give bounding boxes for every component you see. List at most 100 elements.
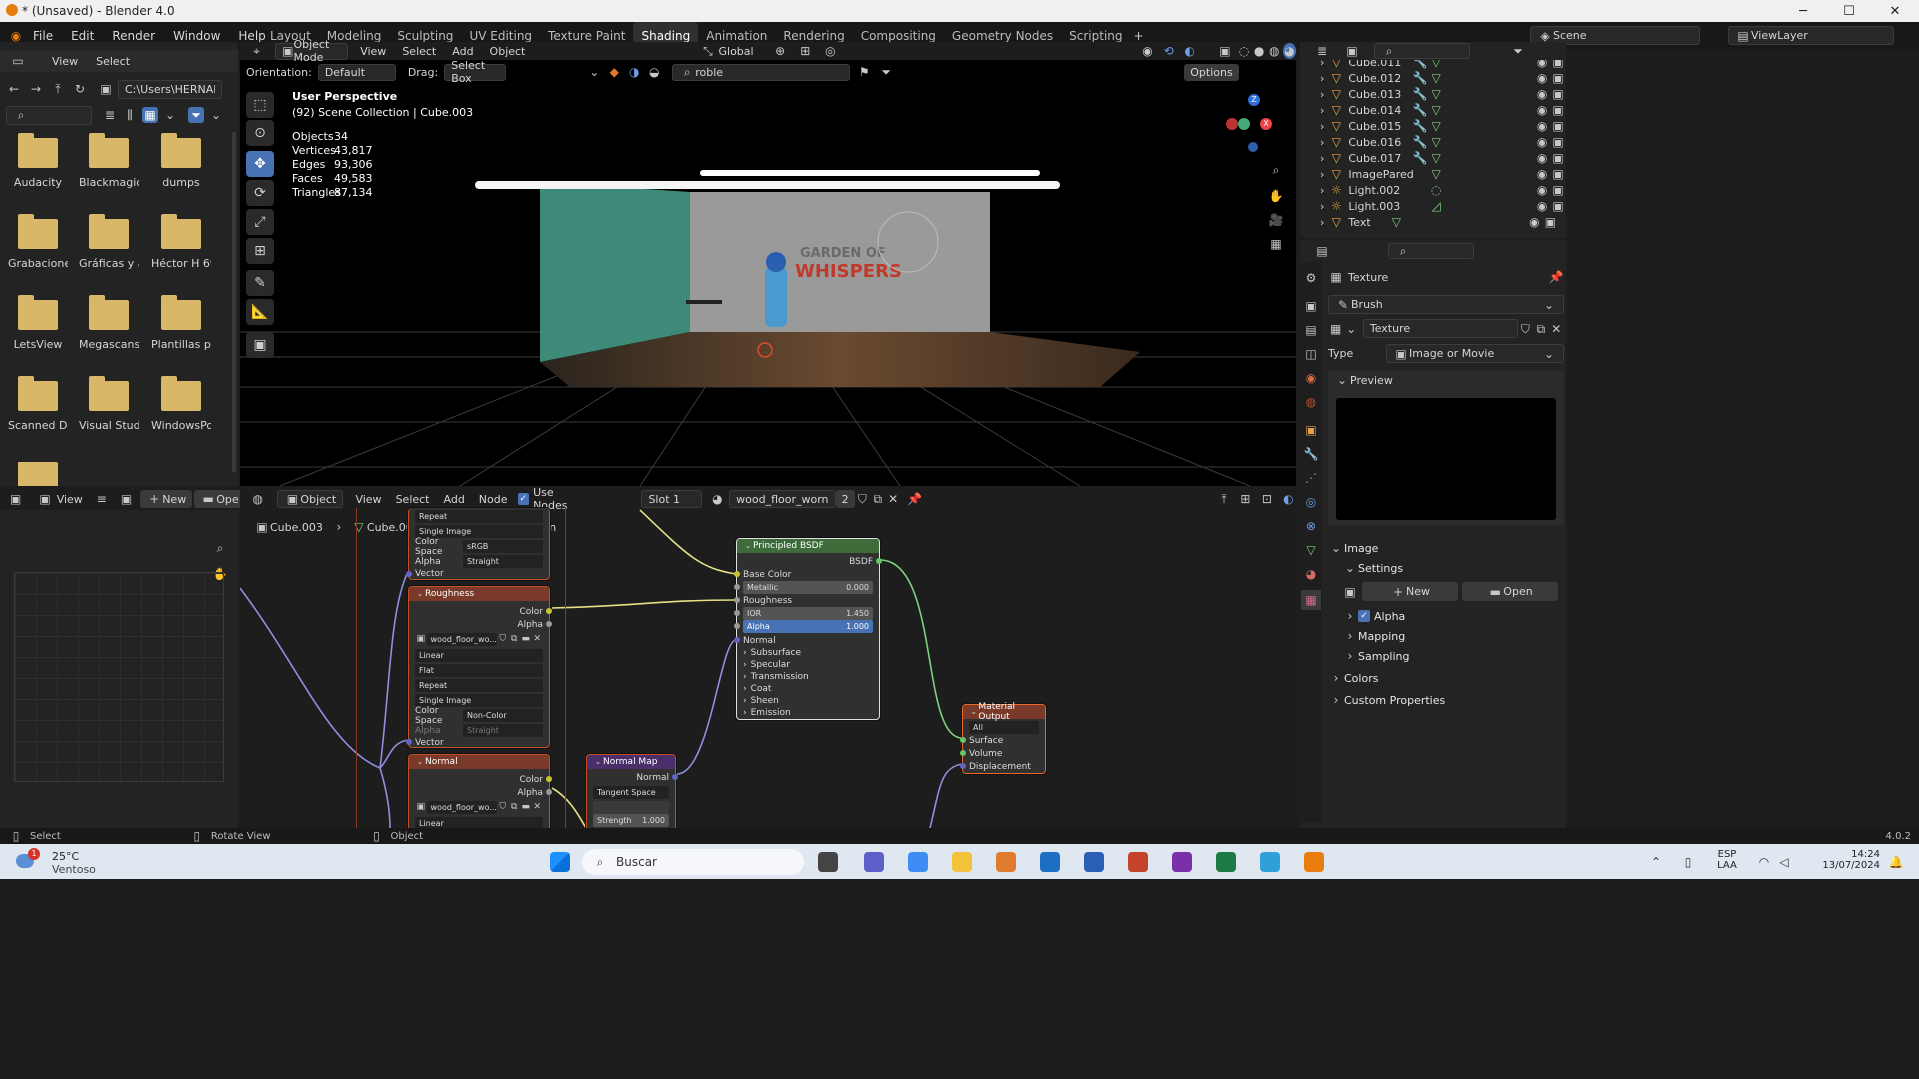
file-select-menu[interactable]: Select: [96, 55, 130, 68]
colors-panel-header[interactable]: › Colors: [1328, 668, 1564, 688]
duplicate-icon[interactable]: ⧉: [1533, 321, 1548, 337]
meet-icon[interactable]: [864, 852, 884, 872]
volume-socket[interactable]: [960, 750, 966, 756]
material-tab-icon[interactable]: ◕: [1303, 566, 1319, 582]
viewport-search-input[interactable]: ⌕ roble: [672, 63, 851, 81]
view-layer-tab-icon[interactable]: ◫: [1303, 346, 1319, 362]
transform-select[interactable]: Global: [719, 45, 754, 58]
camera-render-icon[interactable]: ▣: [1550, 166, 1566, 182]
mapping-subpanel[interactable]: › Mapping: [1342, 626, 1564, 646]
outliner-row[interactable]: › ▽ Cube.012 🔧 ▽ ◉ ▣: [1300, 70, 1566, 86]
weather-widget[interactable]: 1 25°C Ventoso: [16, 848, 96, 876]
texture-tab-icon[interactable]: ▦: [1301, 590, 1321, 610]
options-button[interactable]: Options: [1184, 63, 1239, 81]
filter-icon[interactable]: ⏷: [878, 64, 894, 80]
alpha-checkbox[interactable]: ✓: [1358, 610, 1370, 622]
close-icon[interactable]: ✕: [1872, 0, 1918, 22]
node-header[interactable]: ⌄ Roughness: [409, 587, 549, 601]
neg-z-axis-icon[interactable]: [1248, 142, 1258, 152]
material-shading-icon[interactable]: ◍: [1268, 43, 1281, 59]
outliner-row[interactable]: › ▽ Cube.016 🔧 ▽ ◉ ▣: [1300, 134, 1566, 150]
mode-select[interactable]: ▣ Object Mode: [275, 38, 349, 64]
bsdf-socket[interactable]: [876, 558, 882, 564]
language-indicator[interactable]: ESP LAA: [1712, 849, 1742, 871]
folder-item[interactable]: Héctor H 6t...: [151, 214, 211, 270]
maximize-icon[interactable]: ☐: [1826, 0, 1872, 22]
folder-item[interactable]: Grabaciones...: [8, 214, 68, 270]
minimize-icon[interactable]: ─: [1780, 0, 1826, 22]
rotate-tool[interactable]: ⟳: [246, 180, 274, 206]
grid-ortho-icon[interactable]: ▦: [1268, 236, 1284, 252]
folder-item[interactable]: Blackmagic ...: [79, 133, 139, 189]
chevron-down-icon[interactable]: ⌄: [162, 107, 178, 123]
viewport-object-menu[interactable]: Object: [490, 45, 526, 58]
outliner-row[interactable]: › ▽ Cube.017 🔧 ▽ ◉ ▣: [1300, 150, 1566, 166]
folder-item[interactable]: Audacity: [8, 133, 68, 189]
camera-render-icon[interactable]: ▣: [1550, 182, 1566, 198]
surface-socket[interactable]: [960, 737, 966, 743]
image-browse-icon[interactable]: ▣: [121, 491, 132, 507]
outliner-row[interactable]: › ▽ Cube.014 🔧 ▽ ◉ ▣: [1300, 102, 1566, 118]
measure-tool[interactable]: 📐: [246, 299, 274, 325]
uv-map-field[interactable]: [593, 801, 669, 814]
particles-tab-icon[interactable]: ⋰: [1303, 470, 1319, 486]
fake-user-icon[interactable]: ⛉: [497, 634, 509, 646]
data-tab-icon[interactable]: ▽: [1303, 542, 1319, 558]
camera-render-icon[interactable]: ▣: [1550, 198, 1566, 214]
viewlayer-selector[interactable]: ▤ ViewLayer: [1728, 26, 1894, 45]
color-socket[interactable]: [546, 608, 552, 614]
folder-item[interactable]: Visual Studi...: [79, 376, 139, 432]
properties-search-input[interactable]: ⌕: [1388, 243, 1474, 259]
pin-icon[interactable]: 📌: [1548, 269, 1564, 285]
file-explorer-icon[interactable]: [952, 852, 972, 872]
viewport-view-menu[interactable]: View: [360, 45, 386, 58]
open-image-button[interactable]: ▬ Ope: [194, 490, 245, 508]
powerpoint-icon[interactable]: [1128, 852, 1148, 872]
node-header[interactable]: ⌄ Normal Map: [587, 755, 675, 769]
metallic-field[interactable]: Metallic 0.000: [743, 581, 873, 594]
camera-render-icon[interactable]: ▣: [1550, 102, 1566, 118]
metallic-socket[interactable]: [734, 584, 740, 590]
folder-item[interactable]: Plantillas pe...: [151, 295, 211, 351]
editor-type-icon[interactable]: ▤: [1314, 243, 1330, 259]
object-tab-icon[interactable]: ▣: [1303, 422, 1319, 438]
wireframe-shading-icon[interactable]: ◌: [1237, 43, 1250, 59]
display-mode-icon[interactable]: ◒: [646, 64, 662, 80]
thumbnail-view-icon[interactable]: ▦: [142, 107, 158, 123]
eye-icon[interactable]: ◉: [1534, 182, 1550, 198]
texture-browse-icon[interactable]: ▦: [1328, 321, 1343, 337]
settings-panel-header[interactable]: ⌄ Settings: [1342, 558, 1564, 578]
chevron-down-icon[interactable]: ⌄: [586, 64, 602, 80]
folder-open-icon[interactable]: ▬: [520, 634, 532, 646]
chevron-down-icon[interactable]: ⌄: [1343, 321, 1358, 337]
normal-socket[interactable]: [672, 774, 678, 780]
fake-user-icon[interactable]: ⛉: [1518, 321, 1533, 337]
scene-tab-icon[interactable]: ◉: [1303, 370, 1319, 386]
notification-bell-icon[interactable]: 🔔: [1888, 854, 1904, 870]
cursor-tool[interactable]: ⊙: [246, 120, 274, 146]
close-icon[interactable]: ✕: [532, 802, 544, 814]
xray-icon[interactable]: ▣: [1218, 43, 1231, 59]
viewport-select-menu[interactable]: Select: [402, 45, 436, 58]
folder-item[interactable]: WindowsPo...: [151, 376, 211, 432]
camera-render-icon[interactable]: ▣: [1550, 150, 1566, 166]
camera-render-icon[interactable]: ▣: [1550, 134, 1566, 150]
folder-open-icon[interactable]: ▬: [520, 802, 532, 814]
menu-icon[interactable]: ≡: [97, 491, 107, 507]
orientation-select[interactable]: Default: [317, 63, 396, 81]
texture-type-select[interactable]: ▣ Image or Movie ⌄: [1386, 344, 1564, 363]
windows-start-icon[interactable]: [550, 852, 570, 872]
alpha-subpanel[interactable]: › ✓ Alpha: [1342, 606, 1564, 626]
alpha-socket[interactable]: [734, 623, 740, 629]
excel-icon[interactable]: [1216, 852, 1236, 872]
refresh-icon[interactable]: ↻: [72, 81, 88, 97]
ior-field[interactable]: IOR 1.450: [743, 607, 873, 620]
folder-item[interactable]: LetsView: [8, 295, 68, 351]
base-color-socket[interactable]: [734, 571, 740, 577]
snap-icon[interactable]: ⊞: [799, 43, 812, 59]
overlay-icon[interactable]: ◐: [1183, 43, 1196, 59]
tool-tab-icon[interactable]: ⚙: [1303, 270, 1319, 286]
alpha-field[interactable]: Alpha 1.000: [743, 620, 873, 633]
z-axis-icon[interactable]: Z: [1248, 94, 1260, 106]
eye-icon[interactable]: ◉: [1534, 150, 1550, 166]
